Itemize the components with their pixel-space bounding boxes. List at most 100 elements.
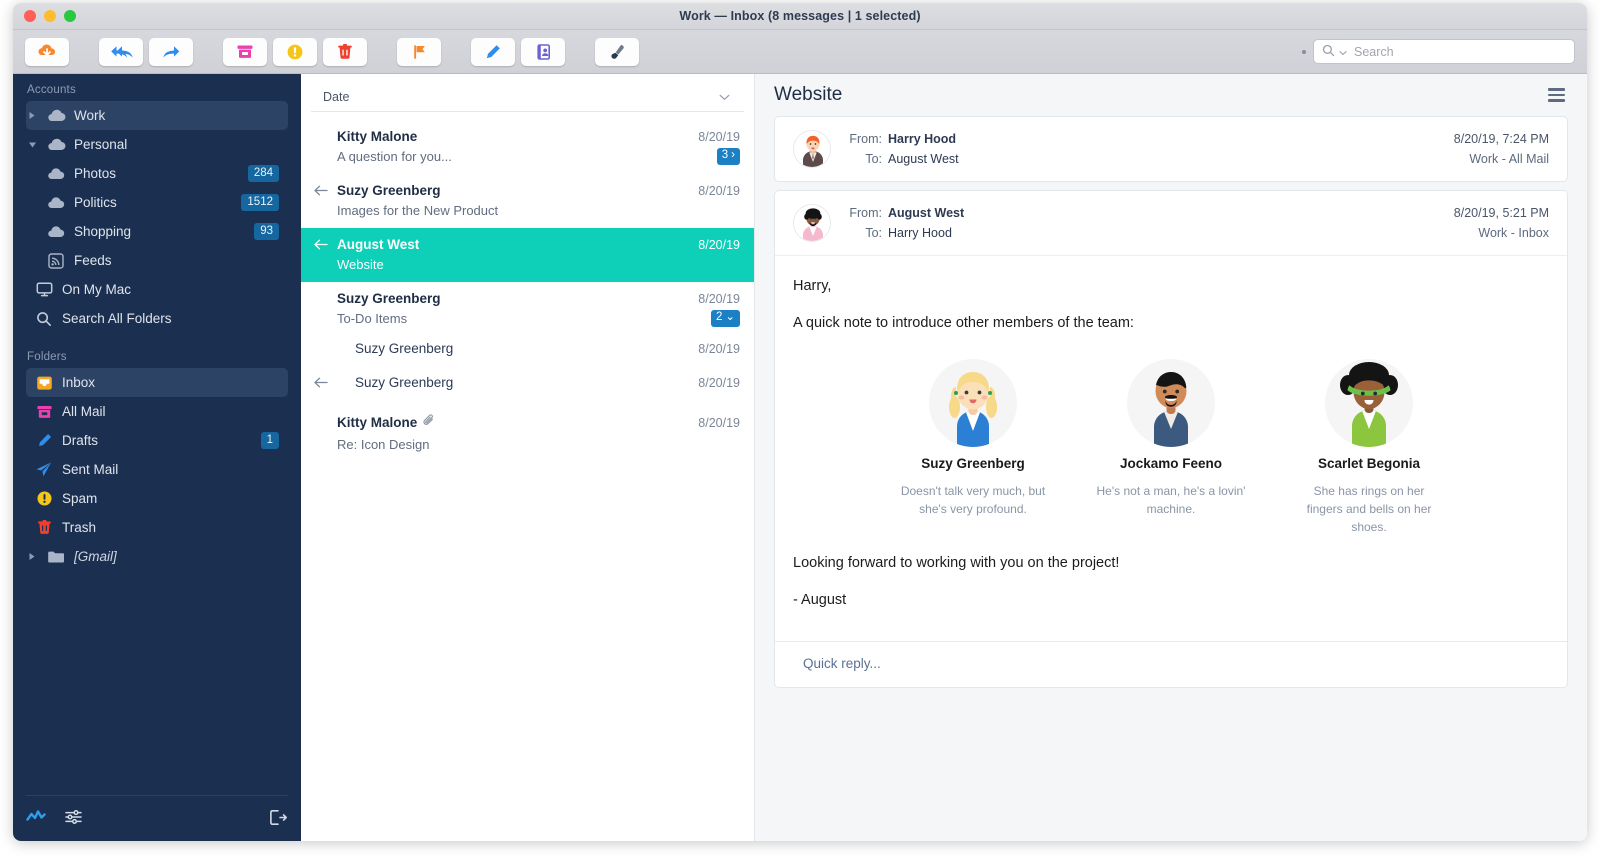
inbox-icon (34, 375, 54, 391)
forward-button[interactable] (149, 37, 193, 66)
message-sender: Suzy Greenberg (337, 183, 441, 198)
sidebar-item-on-my-mac[interactable]: On My Mac (26, 275, 288, 304)
sidebar-item-shopping[interactable]: Shopping 93 (26, 217, 288, 246)
logout-icon[interactable] (269, 809, 288, 829)
trash-icon (34, 519, 54, 536)
get-mail-button[interactable] (25, 37, 69, 66)
sidebar-footer (26, 795, 288, 841)
toolbar: Search (13, 30, 1587, 74)
to-value: August West (888, 152, 959, 166)
archive-box-icon (236, 43, 254, 60)
sidebar-item-all-mail[interactable]: All Mail (26, 397, 288, 426)
reply-all-button[interactable] (99, 37, 143, 66)
message-row-thread-child[interactable]: Suzy Greenberg 8/20/19 (301, 336, 754, 370)
message-timestamp: 8/20/19, 5:21 PM (1453, 206, 1549, 220)
disclosure-collapsed-icon[interactable] (26, 552, 38, 561)
sidebar-item-label: Drafts (62, 433, 99, 448)
message-sender: Suzy Greenberg (337, 291, 441, 306)
sidebar-item-label: Feeds (74, 253, 112, 268)
body-signature: - August (793, 591, 847, 608)
sidebar-item-search-all-folders[interactable]: Search All Folders (26, 304, 288, 333)
team-member-list: Suzy Greenberg Doesn't talk very much, b… (793, 359, 1549, 536)
message-row-selected[interactable]: August West 8/20/19 Website (301, 228, 754, 282)
sidebar-item-label: Personal (74, 137, 128, 152)
sidebar-item-drafts[interactable]: Drafts 1 (26, 426, 288, 455)
message-card-expanded: From: August West To: Harry Hood 8/20/19, … (774, 190, 1568, 689)
sidebar-item-photos[interactable]: Photos 284 (26, 159, 288, 188)
message-date: 8/20/19 (698, 376, 740, 390)
search-indicator-dot (1302, 49, 1306, 54)
message-date: 8/20/19 (698, 342, 740, 356)
message-row[interactable]: Kitty Malone 8/20/19 A question for you.… (301, 120, 754, 174)
sidebar-item-label: Inbox (62, 375, 96, 390)
sidebar-item-inbox[interactable]: Inbox (26, 368, 288, 397)
message-date: 8/20/19 (698, 416, 740, 430)
sidebar-item-label: All Mail (62, 404, 106, 419)
monitor-icon (34, 282, 54, 297)
message-row[interactable]: Suzy Greenberg 8/20/19 Images for the Ne… (301, 174, 754, 228)
message-list-sort-header[interactable]: Date (311, 82, 744, 112)
sidebar-item-work[interactable]: Work (26, 101, 288, 130)
reading-pane-header: Website (755, 74, 1587, 116)
scarlet-begonia-avatar (1325, 359, 1413, 448)
hamburger-menu-icon[interactable] (1548, 88, 1565, 102)
quick-reply-placeholder: Quick reply... (803, 656, 881, 672)
toolbar-group-mail (25, 37, 69, 66)
to-value: Harry Hood (888, 226, 952, 240)
message-subject: A question for you... (337, 149, 452, 164)
sidebar-item-label: Sent Mail (62, 462, 119, 477)
thread-count-badge[interactable]: 3 › (716, 148, 740, 165)
toolbar-group-reply (99, 37, 193, 66)
sidebar-item-politics[interactable]: Politics 1512 (26, 188, 288, 217)
thread-count: 2 (715, 311, 723, 324)
message-card-header[interactable]: From: August West To: Harry Hood 8/20/19, … (775, 191, 1567, 255)
quick-reply-area[interactable]: Quick reply... (775, 641, 1567, 687)
message-sender: Kitty Malone (337, 129, 418, 144)
reading-pane: Website From: Harry Hood To: August West… (755, 74, 1587, 841)
customize-button[interactable] (595, 37, 639, 66)
sidebar-item-feeds[interactable]: Feeds (26, 246, 288, 275)
sidebar-item-trash[interactable]: Trash (26, 513, 288, 542)
sidebar-item-spam[interactable]: Spam (26, 484, 288, 513)
search-input[interactable]: Search (1313, 39, 1575, 64)
activity-icon[interactable] (26, 810, 46, 827)
delete-button[interactable] (323, 37, 367, 66)
exclamation-circle-icon (286, 43, 304, 61)
message-date: 8/20/19 (698, 184, 740, 198)
compose-button[interactable] (471, 37, 515, 66)
trash-icon (337, 43, 353, 61)
message-mailbox: Work - Inbox (1478, 226, 1549, 240)
search-scope-chevron-icon[interactable] (1339, 45, 1347, 59)
pencil-icon (34, 432, 54, 449)
address-book-icon (535, 43, 552, 61)
contacts-button[interactable] (521, 37, 565, 66)
thread-count-badge[interactable]: 2 ⌄ (710, 310, 740, 327)
archive-button[interactable] (223, 37, 267, 66)
disclosure-expanded-icon[interactable] (26, 141, 38, 149)
sidebar-item-label: [Gmail] (74, 549, 117, 564)
body-closing: Looking forward to working with you on t… (793, 555, 1120, 572)
disclosure-collapsed-icon[interactable] (26, 111, 38, 120)
chevron-down-icon[interactable] (719, 90, 730, 104)
message-row[interactable]: Suzy Greenberg 8/20/19 To-Do Items 2 ⌄ (301, 282, 754, 336)
paint-brush-icon (608, 43, 627, 61)
sidebar-item-gmail[interactable]: [Gmail] (26, 542, 288, 571)
flag-button[interactable] (397, 37, 441, 66)
junk-button[interactable] (273, 37, 317, 66)
sidebar-item-label: On My Mac (62, 282, 132, 297)
message-list: Date Kitty Malone 8/20/19 A question for… (301, 74, 755, 841)
sidebar-item-personal[interactable]: Personal (26, 130, 288, 159)
sidebar-item-label: Shopping (74, 224, 132, 239)
message-row[interactable]: Kitty Malone 8/20/19 Re: Icon Design (301, 404, 754, 462)
message-sender: Suzy Greenberg (355, 375, 454, 390)
search-icon (1322, 44, 1335, 60)
team-member-name: Jockamo Feeno (1119, 456, 1223, 472)
message-row-thread-child[interactable]: Suzy Greenberg 8/20/19 (301, 370, 754, 404)
sidebar-item-sent-mail[interactable]: Sent Mail (26, 455, 288, 484)
filter-sliders-icon[interactable] (64, 809, 83, 828)
message-card-collapsed[interactable]: From: Harry Hood To: August West 8/20/19, … (774, 116, 1568, 182)
sidebar: Accounts Work Personal Photos 284 Politi… (13, 74, 301, 841)
thread-count: 3 (721, 149, 729, 162)
team-member-name: Suzy Greenberg (921, 456, 1025, 472)
message-subject: Website (337, 257, 384, 272)
